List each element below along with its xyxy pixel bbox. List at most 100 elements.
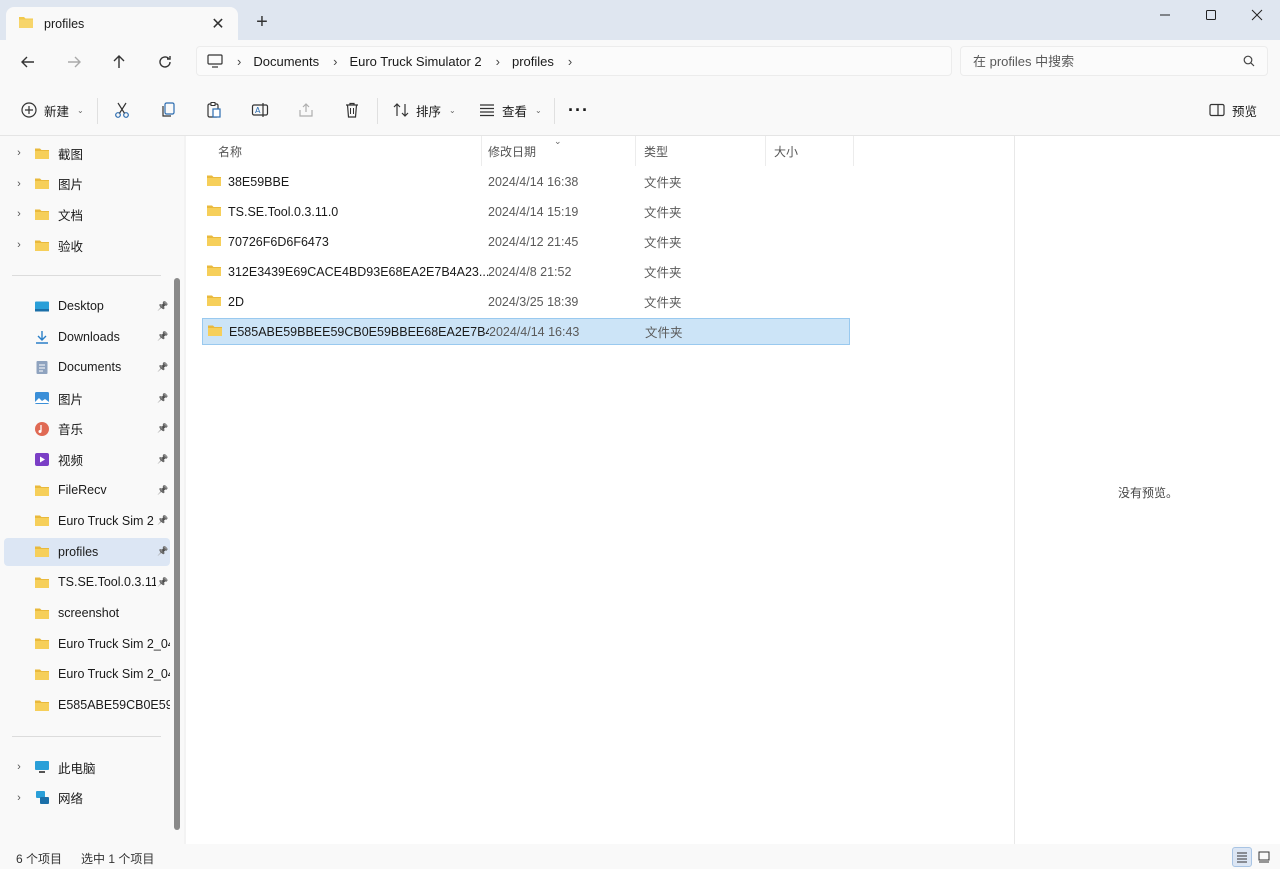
view-button[interactable]: 查看 ⌄: [478, 96, 542, 124]
search-icon[interactable]: [1243, 55, 1255, 67]
sidebar-item-profiles[interactable]: profiles 📌: [4, 537, 170, 566]
cut-button[interactable]: [113, 96, 131, 124]
sidebar-item-视频[interactable]: 视频 📌: [4, 446, 170, 474]
new-tab-button[interactable]: +: [250, 10, 274, 34]
sidebar-item-desktop[interactable]: Desktop 📌: [4, 292, 170, 320]
sidebar-item-图片[interactable]: 图片 📌: [4, 384, 170, 412]
sidebar-divider: [12, 736, 161, 737]
sidebar-item-euro-truck-sim-2-04-[interactable]: Euro Truck Sim 2_04-: [4, 660, 170, 688]
sidebar-item-documents[interactable]: Documents 📌: [4, 353, 170, 381]
share-button[interactable]: [297, 96, 315, 124]
pin-icon[interactable]: 📌: [156, 577, 170, 588]
minimize-button[interactable]: [1142, 0, 1188, 30]
file-name: 312E3439E69CACE4BD93E68EA2E7B4A23...: [228, 264, 488, 279]
sidebar-item-label: 截图: [58, 147, 84, 162]
sidebar-item-euro-truck-sim-2-04-[interactable]: Euro Truck Sim 2_04-: [4, 630, 170, 658]
tab-profiles[interactable]: profiles ✕: [6, 7, 238, 40]
file-row[interactable]: 2D 2024/3/25 18:39 文件夹: [202, 288, 850, 315]
delete-button[interactable]: [343, 96, 361, 124]
file-row[interactable]: 312E3439E69CACE4BD93E68EA2E7B4A23... 2024…: [202, 258, 850, 285]
column-header-size[interactable]: 大小: [766, 136, 854, 166]
chevron-right-icon[interactable]: ›: [4, 208, 34, 220]
sidebar-item-ts-se-tool-0-3-11-0[interactable]: TS.SE.Tool.0.3.11.0📌: [4, 568, 170, 596]
chevron-right-icon[interactable]: ›: [4, 239, 34, 251]
file-date: 2024/3/25 18:39: [488, 294, 579, 309]
search-input[interactable]: [973, 53, 1243, 69]
pin-icon[interactable]: 📌: [156, 546, 170, 557]
paste-button[interactable]: [205, 96, 223, 124]
trash-icon: [346, 102, 358, 118]
document-icon: [34, 359, 52, 375]
chevron-right-icon[interactable]: ›: [333, 54, 337, 69]
chevron-right-icon[interactable]: ›: [4, 147, 34, 159]
pin-icon[interactable]: 📌: [156, 301, 170, 312]
pin-icon[interactable]: 📌: [156, 331, 170, 342]
maximize-icon: [1206, 10, 1216, 20]
sidebar-item-图片[interactable]: › 图片: [4, 170, 170, 198]
folder-icon: [206, 264, 222, 280]
chevron-right-icon[interactable]: ›: [4, 792, 34, 804]
preview-pane-button[interactable]: 预览: [1208, 96, 1257, 124]
sidebar-item-euro-truck-sim-2[interactable]: Euro Truck Sim 2 📌: [4, 507, 170, 535]
sidebar-item-验收[interactable]: › 验收: [4, 231, 170, 259]
breadcrumb-euro-truck-simulator-2[interactable]: Euro Truck Simulator 2: [349, 54, 481, 69]
address-bar[interactable]: › Documents › Euro Truck Simulator 2 › p…: [196, 46, 952, 76]
pin-icon[interactable]: 📌: [156, 454, 170, 465]
sidebar-item-label: 视频: [58, 454, 84, 468]
copy-button[interactable]: [159, 96, 177, 124]
chevron-right-icon[interactable]: ›: [4, 761, 34, 773]
folder-icon: [206, 294, 222, 310]
breadcrumb-documents[interactable]: Documents: [253, 54, 319, 69]
file-row[interactable]: 38E59BBE 2024/4/14 16:38 文件夹: [202, 168, 850, 195]
file-row[interactable]: E585ABE59BBEE59CB0E59BBEE68EA2E7B4... 202…: [202, 318, 850, 345]
sidebar-item-截图[interactable]: › 截图: [4, 139, 170, 167]
more-options-button[interactable]: ···: [568, 96, 589, 124]
forward-button[interactable]: [58, 48, 90, 76]
file-row[interactable]: 70726F6D6F6473 2024/4/12 21:45 文件夹: [202, 228, 850, 255]
sidebar-item-文档[interactable]: › 文档: [4, 200, 170, 228]
close-window-button[interactable]: [1234, 0, 1280, 30]
column-header-type[interactable]: 类型: [636, 136, 766, 166]
chevron-down-icon: ⌄: [449, 105, 456, 115]
sidebar-item-e585abe59cb0e59be[interactable]: E585ABE59CB0E59BE: [4, 691, 170, 719]
search-box[interactable]: [960, 46, 1268, 76]
maximize-button[interactable]: [1188, 0, 1234, 30]
preview-pane: 没有预览。: [1014, 136, 1280, 844]
details-view-button[interactable]: [1232, 847, 1252, 867]
pin-icon[interactable]: 📌: [156, 393, 170, 404]
refresh-icon: [159, 56, 171, 68]
pin-icon[interactable]: 📌: [156, 485, 170, 496]
large-icons-view-button[interactable]: [1254, 847, 1274, 867]
view-label: 查看: [502, 104, 528, 119]
sidebar-item-此电脑[interactable]: › 此电脑: [4, 753, 170, 781]
pin-icon[interactable]: 📌: [156, 423, 170, 434]
chevron-right-icon[interactable]: ›: [496, 54, 500, 69]
sidebar-item-downloads[interactable]: Downloads 📌: [4, 323, 170, 351]
file-name: 2D: [228, 294, 244, 309]
rename-button[interactable]: A: [251, 96, 269, 124]
file-name-cell: TS.SE.Tool.0.3.11.0: [202, 204, 488, 220]
file-name: E585ABE59BBEE59CB0E59BBEE68EA2E7B4...: [229, 324, 489, 339]
chevron-right-icon[interactable]: ›: [568, 54, 572, 69]
up-button[interactable]: [103, 48, 135, 76]
back-button[interactable]: [12, 48, 44, 76]
sidebar-scrollbar[interactable]: [174, 278, 180, 830]
pin-icon[interactable]: 📌: [156, 362, 170, 373]
new-button[interactable]: 新建 ⌄: [20, 96, 84, 124]
chevron-right-icon[interactable]: ›: [4, 178, 34, 190]
close-tab-icon[interactable]: ✕: [210, 14, 226, 34]
breadcrumb-profiles[interactable]: profiles: [512, 54, 554, 69]
sidebar-item-filerecv[interactable]: FileRecv 📌: [4, 476, 170, 504]
sort-button[interactable]: 排序 ⌄: [392, 96, 456, 124]
sidebar-item-音乐[interactable]: 音乐 📌: [4, 415, 170, 443]
sidebar-item-网络[interactable]: › 网络: [4, 784, 170, 812]
svg-text:A: A: [255, 106, 261, 115]
column-header-name[interactable]: 名称: [210, 136, 482, 166]
sidebar-item-screenshot[interactable]: screenshot: [4, 599, 170, 627]
pin-icon[interactable]: 📌: [156, 515, 170, 526]
sidebar-item-label: 图片: [58, 178, 84, 193]
refresh-button[interactable]: [149, 48, 181, 76]
desktop-icon: [34, 298, 52, 314]
folder-icon: [34, 176, 52, 192]
file-row[interactable]: TS.SE.Tool.0.3.11.0 2024/4/14 15:19 文件夹: [202, 198, 850, 225]
